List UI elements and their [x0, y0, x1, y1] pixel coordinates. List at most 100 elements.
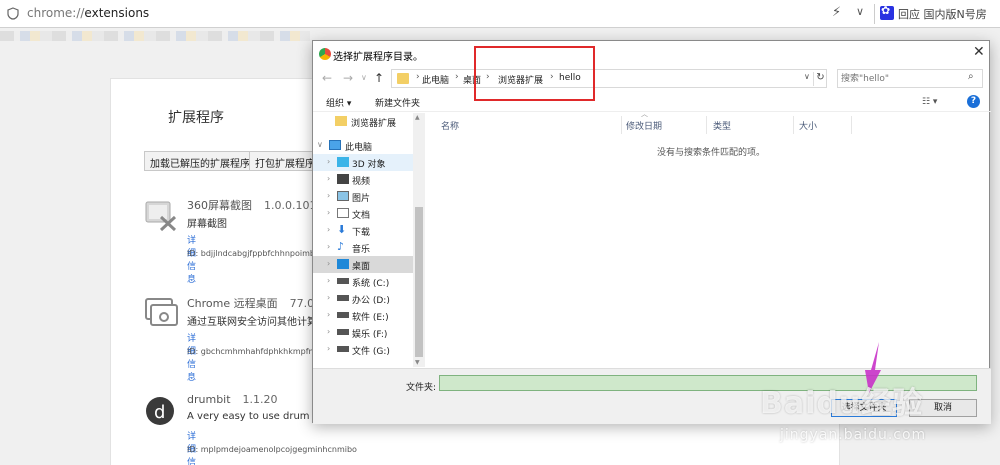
chevron-right-icon: › [455, 72, 459, 82]
nav-item-pictures[interactable]: › 图片 [313, 188, 413, 205]
chevron-right-icon[interactable]: › [327, 208, 330, 217]
column-divider[interactable] [621, 116, 622, 134]
chevron-right-icon[interactable]: › [327, 259, 330, 268]
chevron-down-icon[interactable]: ∨ [856, 5, 864, 18]
details-link[interactable]: 详细信息 [187, 233, 196, 285]
chevron-down-icon[interactable]: ∨ [804, 72, 810, 81]
nav-item-label: 此电脑 [345, 143, 373, 153]
document-icon [337, 208, 349, 218]
extension-name: Chrome 远程桌面 [187, 297, 278, 310]
url-scheme: chrome:// [27, 6, 85, 20]
watermark-url: jingyan.baidu.com [780, 427, 927, 443]
nav-item-label: 文档 [352, 211, 371, 221]
nav-item-downloads[interactable]: › ⬇ 下载 [313, 222, 413, 239]
nav-item-label: 浏览器扩展 [351, 119, 397, 129]
extension-id: ID: bdjjlndcabgjfppbfchhnpoimbi [187, 249, 318, 258]
drive-icon [337, 329, 349, 335]
scroll-down-icon[interactable]: ▼ [415, 359, 420, 366]
folder-icon [335, 116, 347, 126]
nav-item-label: 办公 (D:) [352, 296, 390, 306]
nav-item-documents[interactable]: › 文档 [313, 205, 413, 222]
address-bar[interactable]: chrome://extensions [27, 6, 149, 20]
picture-icon [337, 191, 349, 201]
news-ticker[interactable]: 回应 国内版N号房 [898, 6, 987, 22]
nav-item-3d-objects[interactable]: › 3D 对象 [313, 154, 413, 171]
watermark-logo: Baidu经验 [760, 386, 924, 421]
close-icon[interactable]: ✕ [973, 44, 985, 60]
organize-menu[interactable]: 组织 ▾ [326, 96, 351, 109]
chevron-right-icon[interactable]: › [327, 174, 330, 183]
search-icon[interactable]: ⌕ [968, 71, 974, 82]
navigation-row: ← → ∨ ↑ › 此电脑 › 桌面 › 浏览器扩展 › hello ∨ ↻ ⌕ [313, 68, 991, 90]
view-options-icon[interactable]: ☷ ▾ [922, 97, 937, 107]
chevron-right-icon[interactable]: › [327, 327, 330, 336]
column-name[interactable]: 名称 [441, 119, 459, 132]
nav-item-this-pc[interactable]: ∨ 此电脑 [313, 137, 413, 154]
chevron-right-icon[interactable]: › [327, 310, 330, 319]
new-folder-button[interactable]: 新建文件夹 [375, 96, 420, 109]
lightning-icon[interactable]: ⚡ [832, 5, 841, 20]
nav-item-desktop[interactable]: › 桌面 [313, 256, 413, 273]
extension-name: 360屏幕截图 [187, 199, 252, 212]
search-box[interactable]: ⌕ [837, 69, 983, 88]
folder-picker-dialog: 选择扩展程序目录。 ✕ ← → ∨ ↑ › 此电脑 › 桌面 › 浏览器扩展 ›… [312, 40, 991, 424]
extension-name: drumbit [187, 393, 231, 406]
nav-item-drive-c[interactable]: › 系统 (C:) [313, 273, 413, 290]
nav-item-label: 音乐 [352, 245, 371, 255]
nav-item-music[interactable]: › ♪ 音乐 [313, 239, 413, 256]
back-arrow-icon[interactable]: ← [322, 71, 332, 85]
red-highlight-box [474, 46, 595, 101]
refresh-icon[interactable]: ↻ [813, 72, 827, 86]
chevron-right-icon[interactable]: › [327, 191, 330, 200]
scroll-up-icon[interactable]: ▲ [415, 114, 420, 121]
svg-text:d: d [154, 402, 165, 423]
column-size[interactable]: 大小 [799, 119, 817, 132]
nav-item-drive-d[interactable]: › 办公 (D:) [313, 290, 413, 307]
chevron-right-icon[interactable]: › [327, 276, 330, 285]
drive-icon [337, 346, 349, 352]
page-title: 扩展程序 [168, 110, 224, 126]
search-input[interactable] [841, 72, 961, 85]
forward-arrow-icon[interactable]: → [343, 71, 353, 85]
nav-item-drive-f[interactable]: › 娱乐 (F:) [313, 324, 413, 341]
details-link[interactable]: 详细信息 [187, 331, 196, 383]
computer-icon [329, 140, 341, 150]
nav-item-label: 下载 [352, 228, 371, 238]
column-type[interactable]: 类型 [713, 119, 731, 132]
nav-item-browser-extensions[interactable]: 浏览器扩展 [313, 113, 413, 130]
help-icon[interactable]: ? [967, 95, 980, 108]
video-icon [337, 174, 349, 184]
load-unpacked-button[interactable]: 加载已解压的扩展程序 [144, 151, 256, 171]
nav-item-label: 3D 对象 [352, 160, 386, 170]
breadcrumb-item[interactable]: 此电脑 [422, 73, 449, 86]
pack-extension-button[interactable]: 打包扩展程序 [249, 151, 321, 171]
nav-item-label: 图片 [352, 194, 371, 204]
chevron-right-icon[interactable]: › [327, 293, 330, 302]
sort-arrow-icon: ︿ [641, 110, 648, 118]
shield-icon [7, 7, 19, 20]
chevron-right-icon[interactable]: › [327, 225, 330, 234]
column-divider[interactable] [851, 116, 852, 134]
address-breadcrumb[interactable]: › 此电脑 › 桌面 › 浏览器扩展 › hello ∨ ↻ [391, 69, 827, 88]
nav-item-label: 软件 (E:) [352, 313, 389, 323]
scrollbar-thumb[interactable] [415, 207, 423, 357]
column-divider[interactable] [706, 116, 707, 134]
chevron-right-icon[interactable]: › [327, 242, 330, 251]
nav-item-drive-e[interactable]: › 软件 (E:) [313, 307, 413, 324]
nav-item-videos[interactable]: › 视频 [313, 171, 413, 188]
recent-chevron-icon[interactable]: ∨ [361, 73, 367, 82]
column-divider[interactable] [793, 116, 794, 134]
folder-icon [397, 73, 409, 84]
extension-version: 1.1.20 [242, 393, 278, 406]
nav-scrollbar[interactable]: ▲ ▼ [413, 113, 425, 367]
chevron-right-icon[interactable]: › [327, 344, 330, 353]
empty-folder-message: 没有与搜索条件匹配的项。 [657, 148, 766, 158]
drive-icon [337, 312, 349, 318]
up-arrow-icon[interactable]: ↑ [374, 71, 384, 85]
column-modified[interactable]: 修改日期 [626, 119, 662, 132]
chevron-right-icon[interactable]: › [327, 157, 330, 166]
nav-item-drive-g[interactable]: › 文件 (G:) [313, 341, 413, 358]
extension-description: 通过互联网安全访问其他计算机 [187, 317, 327, 328]
nav-item-label: 视频 [352, 177, 371, 187]
chevron-down-icon[interactable]: ∨ [317, 140, 323, 149]
